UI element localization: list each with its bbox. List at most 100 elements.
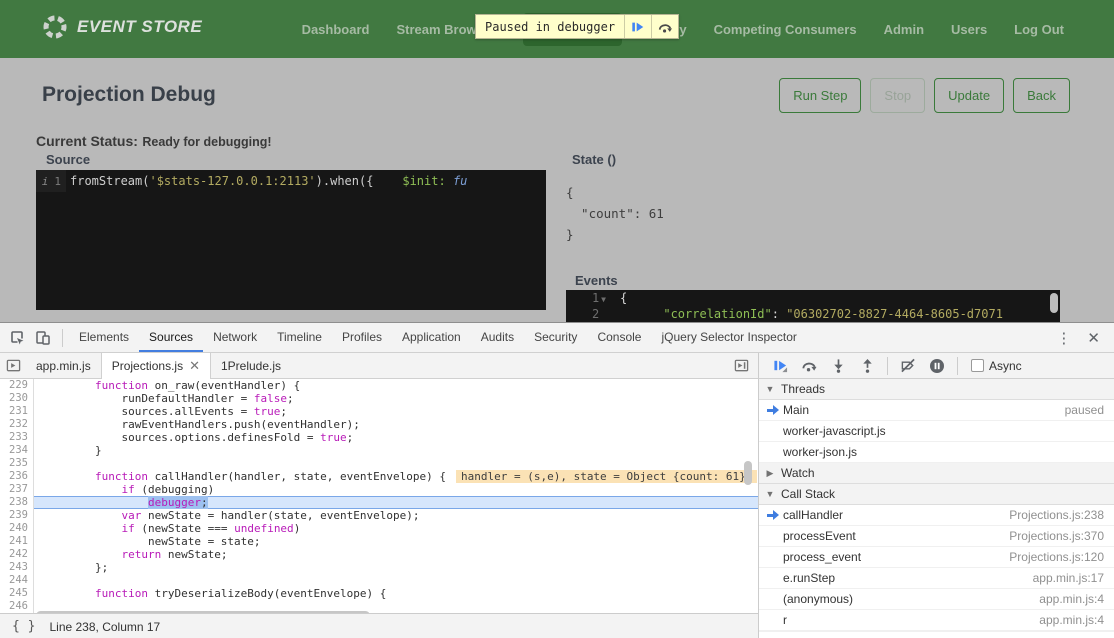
async-checkbox[interactable] [971,359,984,372]
deactivate-breakpoints-button[interactable] [899,357,917,375]
code-line-237: 237 if (debugging) [0,483,758,496]
code-line-241: 241 newState = state; [0,535,758,548]
code-text: runDefaultHandler = false; [34,392,758,405]
source-gutter: i 1 [36,170,66,192]
line-number[interactable]: 231 [0,405,34,418]
devtools-menu-icon[interactable]: ⋮ [1056,329,1071,347]
tab-sources[interactable]: Sources [139,323,203,352]
events-gutter-1: 1▼ [566,291,610,305]
navigator-toggle-icon[interactable] [0,353,26,378]
step-into-button[interactable] [829,357,847,375]
callstack-frame[interactable]: processEventProjections.js:370 [759,526,1114,547]
line-number[interactable]: 242 [0,548,34,561]
file-tab-1prelude.js[interactable]: 1Prelude.js [211,353,291,378]
callstack-frame[interactable]: e.runStepapp.min.js:17 [759,568,1114,589]
threads-section-header[interactable]: ▼ Threads [759,379,1114,400]
nav-item-log-out[interactable]: Log Out [1014,22,1064,37]
line-number[interactable]: 243 [0,561,34,574]
tab-security[interactable]: Security [524,323,587,352]
line-number[interactable]: 239 [0,509,34,522]
cursor-position: Line 238, Column 17 [49,620,160,634]
clipped-frame-row [759,631,1114,638]
watch-section-header[interactable]: ▶ Watch [759,463,1114,484]
line-number[interactable]: 241 [0,535,34,548]
step-out-button[interactable] [858,357,876,375]
update-button[interactable]: Update [934,78,1004,113]
inspect-element-icon[interactable] [8,329,26,347]
back-button[interactable]: Back [1013,78,1070,113]
source-code-view[interactable]: 229 function on_raw(eventHandler) {230 r… [0,379,758,613]
nav-item-competing-consumers[interactable]: Competing Consumers [714,22,857,37]
line-number[interactable]: 238 [0,496,34,509]
line-number[interactable]: 234 [0,444,34,457]
resume-script-button[interactable] [624,15,651,38]
thread-row-worker-json-js[interactable]: worker-json.js [759,442,1114,463]
thread-name: Main [781,403,1065,417]
devtools-tabbar: ElementsSourcesNetworkTimelineProfilesAp… [0,323,1114,353]
file-tab-app.min.js[interactable]: app.min.js [26,353,101,378]
callstack-section-header[interactable]: ▼ Call Stack [759,484,1114,505]
tab-application[interactable]: Application [392,323,471,352]
pretty-print-icon[interactable]: { } [0,619,49,634]
brand[interactable]: EVENT STORE [42,14,202,40]
state-json-line: } [566,224,664,245]
file-tabbar: app.min.jsProjections.js✕ 1Prelude.js [0,353,758,379]
callstack-frame[interactable]: process_eventProjections.js:120 [759,547,1114,568]
threads-rows: Mainpausedworker-javascript.jsworker-jso… [759,400,1114,463]
line-number[interactable]: 232 [0,418,34,431]
thread-row-worker-javascript-js[interactable]: worker-javascript.js [759,421,1114,442]
devtools-close-icon[interactable]: ✕ [1087,329,1100,347]
line-number[interactable]: 229 [0,379,34,392]
nav-item-users[interactable]: Users [951,22,987,37]
current-thread-arrow-icon [767,405,781,415]
tab-audits[interactable]: Audits [471,323,524,352]
close-tab-icon[interactable]: ✕ [189,358,200,374]
resume-button[interactable] [771,357,789,375]
annotation-icon: i [42,175,49,188]
panel-toggle-icon[interactable] [732,357,750,375]
tab-timeline[interactable]: Timeline [267,323,332,352]
line-number[interactable]: 245 [0,587,34,600]
nav-item-dashboard[interactable]: Dashboard [302,22,370,37]
tab-network[interactable]: Network [203,323,267,352]
callstack-frame[interactable]: rapp.min.js:4 [759,610,1114,631]
events-scrollbar[interactable] [1050,293,1058,313]
source-editor[interactable]: i 1 fromStream('$stats-127.0.0.1:2113').… [36,170,546,310]
device-toolbar-icon[interactable] [34,329,52,347]
run-step-button[interactable]: Run Step [779,78,861,113]
pause-on-exceptions-button[interactable] [928,357,946,375]
code-line-230: 230 runDefaultHandler = false; [0,392,758,405]
expand-arrow-icon: ▼ [765,384,775,394]
stop-button: Stop [870,78,925,113]
nav-item-admin[interactable]: Admin [884,22,924,37]
callstack-frame[interactable]: (anonymous)app.min.js:4 [759,589,1114,610]
line-number[interactable]: 233 [0,431,34,444]
vertical-scrollbar[interactable] [744,461,752,485]
tab-elements[interactable]: Elements [69,323,139,352]
line-number[interactable]: 235 [0,457,34,470]
code-text: debugger; [34,496,758,509]
line-number[interactable]: 246 [0,600,34,613]
line-number[interactable]: 230 [0,392,34,405]
callstack-frame[interactable]: callHandlerProjections.js:238 [759,505,1114,526]
line-number[interactable]: 244 [0,574,34,587]
fold-arrow-icon[interactable]: ▼ [601,295,606,304]
file-tab-projections.js[interactable]: Projections.js✕ [101,353,211,379]
code-line-244: 244 [0,574,758,587]
line-number[interactable]: 236 [0,470,34,483]
thread-row-main[interactable]: Mainpaused [759,400,1114,421]
step-over-button[interactable] [800,357,818,375]
file-tab-label: 1Prelude.js [221,359,281,373]
line-number[interactable]: 237 [0,483,34,496]
code-text [34,457,758,470]
tab-console[interactable]: Console [587,323,651,352]
tab-profiles[interactable]: Profiles [332,323,392,352]
line-number[interactable]: 240 [0,522,34,535]
code-line-242: 242 return newState; [0,548,758,561]
code-line-239: 239 var newState = handler(state, eventE… [0,509,758,522]
frame-location: app.min.js:17 [1033,571,1104,585]
step-over-button[interactable] [651,15,678,38]
tab-jquery-selector-inspector[interactable]: jQuery Selector Inspector [651,323,806,352]
events-editor[interactable]: 1▼ { 2▼ "correlationId": "06302702-8827-… [566,290,1060,322]
current-frame-arrow-icon [767,510,781,520]
